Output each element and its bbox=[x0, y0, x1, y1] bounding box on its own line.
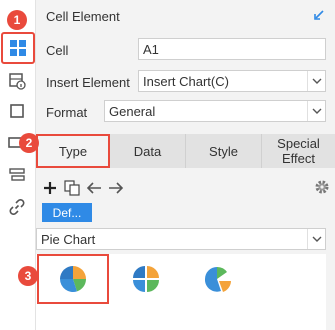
cell-value: A1 bbox=[143, 41, 159, 57]
gear-icon[interactable] bbox=[314, 179, 330, 198]
add-icon[interactable] bbox=[40, 179, 59, 198]
sidebar-item-layers[interactable] bbox=[3, 162, 31, 188]
step-badge-2: 2 bbox=[19, 133, 39, 153]
tab-special-effect[interactable]: Special Effect bbox=[262, 134, 335, 168]
pie-chart-icon bbox=[59, 266, 87, 293]
cell-label: Cell bbox=[46, 42, 69, 58]
step-badge-3: 3 bbox=[18, 266, 38, 286]
insert-element-value: Insert Chart(C) bbox=[143, 73, 229, 89]
default-series-button[interactable]: Def... bbox=[42, 203, 92, 222]
format-value: General bbox=[109, 103, 156, 119]
insert-element-select[interactable]: Insert Chart(C) bbox=[138, 70, 326, 92]
copy-icon[interactable] bbox=[62, 179, 81, 198]
arrow-right-icon[interactable] bbox=[106, 179, 125, 198]
step-badge-1: 1 bbox=[7, 10, 27, 30]
arrow-left-icon[interactable] bbox=[84, 179, 103, 198]
chart-type-value: Pie Chart bbox=[41, 231, 96, 247]
tab-data[interactable]: Data bbox=[110, 134, 186, 168]
sidebar-item-hyperlink[interactable] bbox=[3, 194, 31, 220]
tab-style[interactable]: Style bbox=[186, 134, 262, 168]
format-label: Format bbox=[46, 104, 88, 120]
series-toolbar bbox=[40, 178, 125, 198]
square-icon bbox=[10, 104, 24, 118]
chevron-down-icon bbox=[307, 101, 325, 121]
chart-style-gallery bbox=[36, 254, 326, 330]
exploded-pie-chart-icon bbox=[133, 266, 159, 292]
sidebar-item-cell-element[interactable] bbox=[1, 32, 35, 64]
sidebar-item-border[interactable] bbox=[3, 98, 31, 124]
insert-element-label: Insert Element bbox=[46, 74, 130, 90]
chevron-down-icon bbox=[307, 229, 325, 249]
sidebar-item-cell-attributes[interactable] bbox=[3, 68, 31, 94]
pie-chart-alt-icon bbox=[204, 266, 231, 292]
tab-type[interactable]: Type bbox=[36, 134, 110, 168]
cell-grid-icon bbox=[10, 40, 26, 56]
format-select[interactable]: General bbox=[104, 100, 326, 122]
pie-chart-variant-3-option[interactable] bbox=[182, 254, 254, 304]
collapse-icon[interactable] bbox=[313, 9, 325, 24]
tab-bar: Type Data Style Special Effect bbox=[36, 134, 335, 168]
pie-chart-option[interactable] bbox=[37, 254, 109, 304]
link-icon bbox=[9, 199, 25, 215]
cell-info-icon bbox=[9, 73, 26, 90]
chart-type-select[interactable]: Pie Chart bbox=[36, 228, 326, 250]
panel-title: Cell Element bbox=[46, 8, 120, 24]
pie-chart-variant-2-option[interactable] bbox=[110, 254, 182, 304]
chevron-down-icon bbox=[307, 71, 325, 91]
cell-element-panel: Cell Element Cell A1 Insert Element Inse… bbox=[36, 0, 335, 330]
cell-input[interactable]: A1 bbox=[138, 38, 326, 60]
stack-icon bbox=[9, 168, 25, 181]
